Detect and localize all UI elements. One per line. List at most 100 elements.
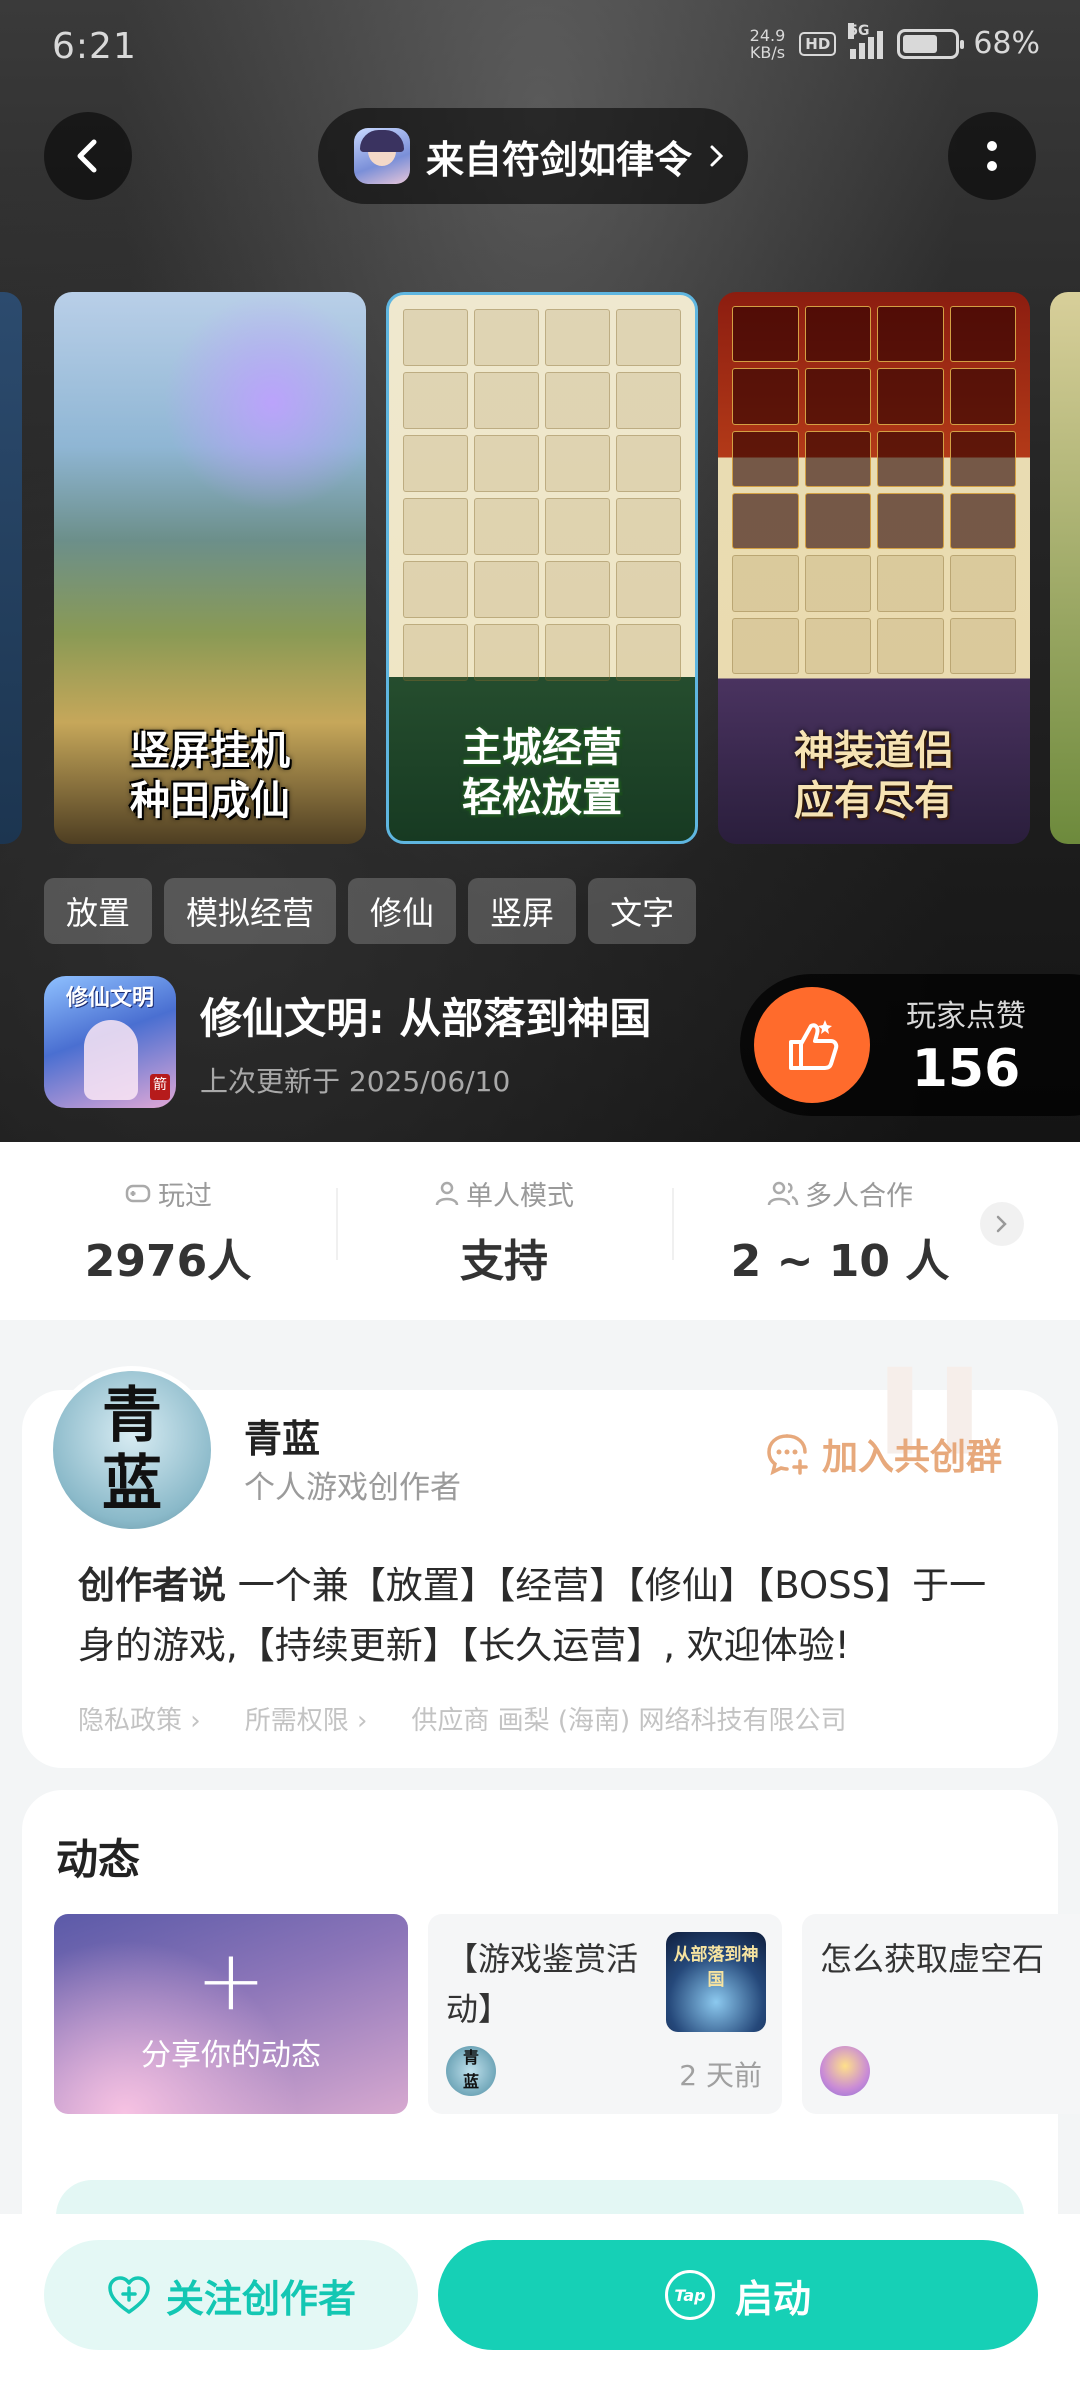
- status-bar: 6:21 24.9 KB/s HD 5G 68%: [0, 0, 1080, 100]
- share-label: 分享你的动态: [141, 2038, 321, 2073]
- creator-says-label: 创作者说: [78, 1564, 226, 1607]
- game-icon-text: 修仙文明: [65, 985, 154, 1011]
- back-button[interactable]: [44, 112, 132, 200]
- privacy-policy-link[interactable]: 隐私政策 ›: [78, 1700, 201, 1737]
- like-info: 玩家点赞 156: [906, 991, 1026, 1099]
- game-info: 修仙文明 箭 修仙文明: 从部落到神国 上次更新于 2025/06/10: [44, 976, 651, 1108]
- avatar-char: 蓝: [102, 1449, 162, 1519]
- source-title: 来自符剑如律令: [426, 137, 693, 182]
- join-group-button[interactable]: 加入共创群: [764, 1428, 1002, 1480]
- feed-post[interactable]: 怎么获取虚空石: [802, 1914, 1080, 2114]
- stat-label: 玩过: [0, 1174, 336, 1213]
- stat-single-player: 单人模式 支持: [336, 1174, 672, 1289]
- network-speed-unit: KB/s: [749, 42, 786, 62]
- screenshot-ui-grid: [403, 309, 681, 681]
- screenshot-2[interactable]: 主城经营 轻松放置: [386, 292, 698, 844]
- creator-role: 个人游戏创作者: [244, 1470, 461, 1506]
- stat-value: 2 ~ 10 人: [730, 1235, 950, 1287]
- post-time: 2 天前: [679, 2059, 762, 2092]
- network-speed: 24.9 KB/s: [750, 27, 786, 61]
- join-group-label: 加入共创群: [822, 1437, 1003, 1478]
- stat-played: 玩过 2976人: [0, 1174, 336, 1289]
- game-title: 修仙文明: 从部落到神国: [200, 993, 652, 1043]
- screenshot-caption: 竖屏挂机 种田成仙: [54, 726, 366, 826]
- share-post-button[interactable]: + 分享你的动态: [54, 1914, 408, 2114]
- chevron-right-icon: [996, 1215, 1007, 1233]
- battery-percent: 68%: [973, 26, 1040, 61]
- chat-plus-icon: [767, 1434, 808, 1476]
- feed-title: 动态: [56, 1835, 141, 1884]
- heart-plus-icon: [108, 2276, 150, 2314]
- caption-line: 应有尽有: [794, 777, 954, 824]
- group-icon: [767, 1181, 799, 1206]
- like-button[interactable]: 玩家点赞 156: [740, 974, 1080, 1116]
- like-count: 156: [911, 1039, 1021, 1099]
- plus-icon: +: [195, 1931, 267, 2029]
- chevron-right-icon: [710, 145, 724, 167]
- signal-type: 5G: [848, 22, 870, 39]
- stats-more-button[interactable]: [980, 1202, 1024, 1246]
- more-button[interactable]: [948, 112, 1036, 200]
- permissions-label: 所需权限: [244, 1706, 349, 1736]
- person-icon: [435, 1181, 459, 1206]
- stat-multiplayer: 多人合作 2 ~ 10 人: [672, 1174, 1008, 1289]
- stat-label-text: 多人合作: [805, 1180, 913, 1212]
- stat-label-text: 玩过: [158, 1180, 212, 1212]
- permissions-link[interactable]: 所需权限 ›: [245, 1700, 368, 1737]
- tag[interactable]: 模拟经营: [164, 878, 337, 944]
- hd-icon: HD: [799, 31, 837, 56]
- screenshot-caption: 神装道侣 应有尽有: [718, 726, 1030, 826]
- game-text: 修仙文明: 从部落到神国 上次更新于 2025/06/10: [200, 985, 651, 1100]
- last-updated: 上次更新于 2025/06/10: [200, 1064, 511, 1098]
- caption-line: 主城经营: [462, 724, 622, 771]
- stat-value: 支持: [460, 1235, 548, 1287]
- launch-button[interactable]: Tap 启动: [438, 2240, 1038, 2350]
- post-text: 【游戏鉴赏活动】: [446, 1940, 639, 2028]
- screenshot-partial-right[interactable]: [1050, 292, 1080, 844]
- caption-line: 神装道侣: [794, 727, 954, 774]
- avatar-char: 青: [102, 1381, 162, 1451]
- tag[interactable]: 竖屏: [468, 878, 577, 944]
- post-text: 怎么获取虚空石: [820, 1940, 1045, 1978]
- tag[interactable]: 放置: [44, 878, 153, 944]
- battery-icon: [897, 28, 965, 59]
- creator-avatar[interactable]: 青 蓝: [48, 1366, 216, 1534]
- caption-line: 轻松放置: [462, 774, 622, 821]
- feed-post[interactable]: 【游戏鉴赏活动】 从部落到神国 青蓝 2 天前: [428, 1914, 782, 2114]
- stat-label: 多人合作: [672, 1174, 1008, 1213]
- follow-creator-button[interactable]: 关注创作者: [44, 2240, 418, 2350]
- like-label: 玩家点赞: [906, 999, 1026, 1034]
- source-button[interactable]: 来自符剑如律令: [318, 108, 748, 204]
- stat-label: 单人模式: [336, 1174, 672, 1213]
- screenshot-1[interactable]: 竖屏挂机 种田成仙: [54, 292, 366, 844]
- caption-line: 竖屏挂机: [130, 727, 290, 774]
- stats-bar[interactable]: 玩过 2976人 单人模式 支持 多人合作 2 ~ 10 人: [0, 1142, 1080, 1320]
- signal-icon: 5G: [848, 22, 884, 59]
- post-author-avatar: [820, 2046, 870, 2096]
- screenshot-partial-left[interactable]: [0, 292, 22, 844]
- follow-label: 关注创作者: [165, 2276, 356, 2321]
- screenshot-caption: 主城经营 轻松放置: [389, 723, 695, 823]
- creator-name[interactable]: 青蓝: [244, 1408, 320, 1463]
- game-icon-badge: 箭: [150, 1074, 170, 1100]
- source-avatar: [354, 128, 410, 184]
- stat-label-text: 单人模式: [466, 1180, 574, 1212]
- supplier-text: 供应商 画梨 (海南) 网络科技有限公司: [411, 1706, 847, 1736]
- launch-label: 启动: [734, 2276, 811, 2321]
- caption-line: 种田成仙: [130, 777, 290, 824]
- gamepad-icon: [125, 1184, 151, 1203]
- battery-fill: [903, 34, 938, 53]
- screenshot-3[interactable]: 神装道侣 应有尽有: [718, 292, 1030, 844]
- status-icons: 24.9 KB/s HD 5G 68%: [750, 22, 1040, 61]
- tag[interactable]: 文字: [588, 878, 697, 944]
- network-speed-value: 24.9: [749, 25, 786, 45]
- thumbs-up-icon: [754, 987, 870, 1103]
- screenshot-ui-grid: [732, 306, 1016, 674]
- status-time: 6:21: [52, 26, 137, 67]
- tag-list: 放置 模拟经营 修仙 竖屏 文字: [44, 878, 697, 944]
- back-arrow-icon: [77, 139, 97, 173]
- tag[interactable]: 修仙: [348, 878, 457, 944]
- stat-value: 2976人: [84, 1235, 252, 1287]
- game-icon: 修仙文明 箭: [44, 976, 176, 1108]
- creator-links: 隐私政策 › 所需权限 › 供应商 画梨 (海南) 网络科技有限公司: [78, 1700, 846, 1737]
